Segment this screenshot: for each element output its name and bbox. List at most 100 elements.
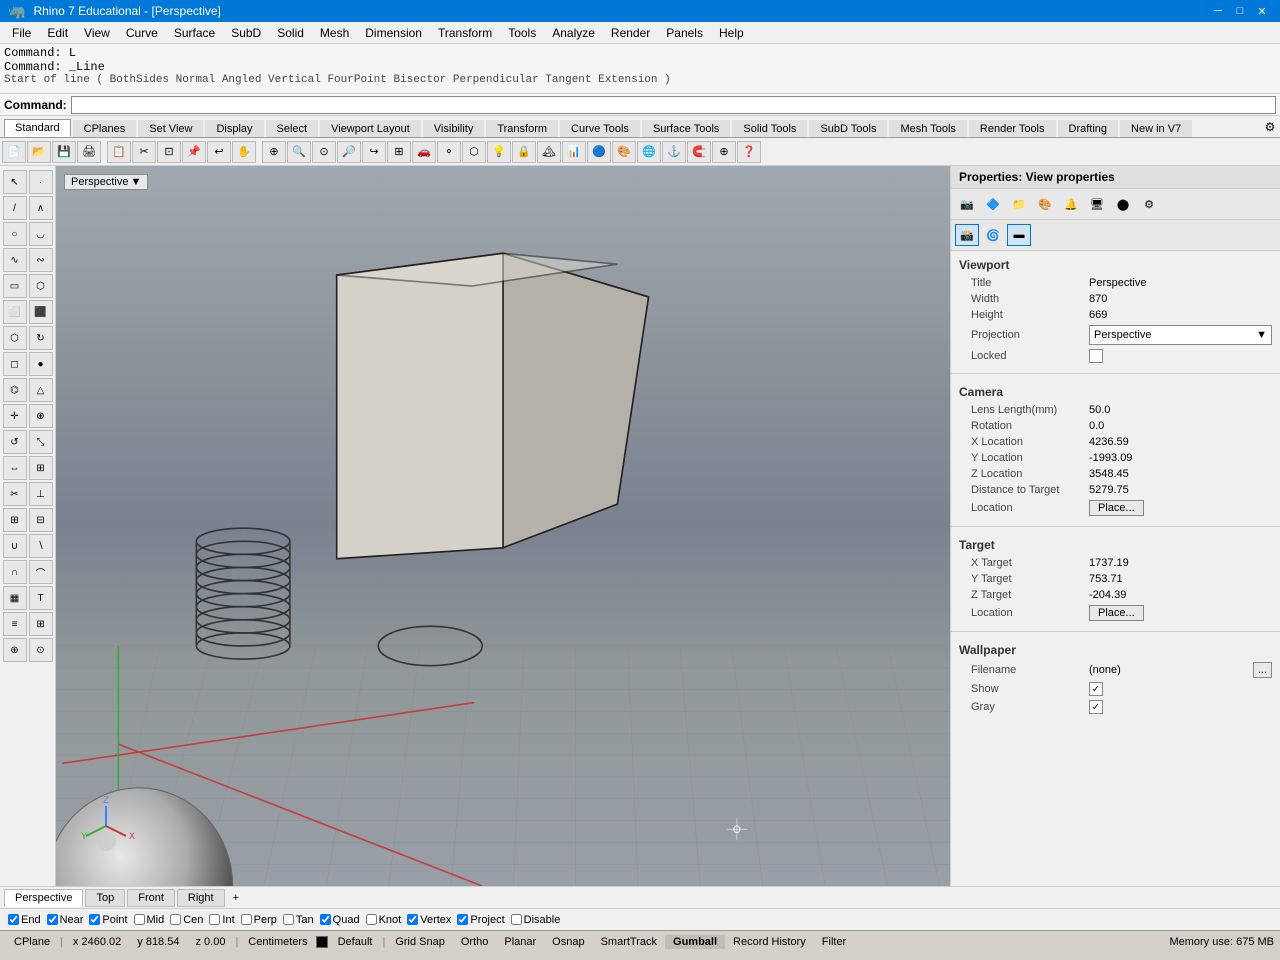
tb-4view[interactable]: ⊞ [387, 141, 411, 163]
menu-help[interactable]: Help [711, 24, 752, 42]
menu-edit[interactable]: Edit [39, 24, 76, 42]
tab-meshtools[interactable]: Mesh Tools [889, 120, 966, 137]
menu-transform[interactable]: Transform [430, 24, 500, 42]
vptab-perspective[interactable]: Perspective [4, 889, 83, 907]
lt-widget[interactable]: ⊙ [29, 638, 53, 662]
lt-curve[interactable]: ∿ [3, 248, 27, 272]
snap-quad[interactable]: Quad [320, 914, 360, 926]
tb-snap2[interactable]: 🧲 [687, 141, 711, 163]
tab-visibility[interactable]: Visibility [423, 120, 485, 137]
snap-tan[interactable]: Tan [283, 914, 314, 926]
bb-osnap[interactable]: Osnap [544, 935, 592, 949]
bb-record-history[interactable]: Record History [725, 935, 814, 949]
prop-checkbox-gray[interactable]: ✓ [1089, 700, 1103, 714]
lt-polyline[interactable]: ∧ [29, 196, 53, 220]
viewport-area[interactable]: Perspective ▼ .grid-line { stroke: #888;… [56, 166, 950, 886]
lt-box[interactable]: ◻ [3, 352, 27, 376]
prop-btn-cam-place[interactable]: Place... [1089, 500, 1144, 516]
lt-gumball2[interactable]: ⊕ [3, 638, 27, 662]
lt-polygon[interactable]: ⬡ [29, 274, 53, 298]
snap-vertex[interactable]: Vertex [407, 914, 451, 926]
snap-perp[interactable]: Perp [241, 914, 277, 926]
tab-rendertools[interactable]: Render Tools [969, 120, 1056, 137]
tb-open[interactable]: 📂 [27, 141, 51, 163]
tb-zoom-selected[interactable]: ⊙ [312, 141, 336, 163]
tab-solidtools[interactable]: Solid Tools [732, 120, 807, 137]
vptab-add[interactable]: + [227, 890, 245, 906]
lt-fillet[interactable]: ⌒ [29, 560, 53, 584]
snap-near[interactable]: Near [47, 914, 84, 926]
prop-checkbox-show[interactable]: ✓ [1089, 682, 1103, 696]
snap-project[interactable]: Project [457, 914, 504, 926]
menu-dimension[interactable]: Dimension [357, 24, 430, 42]
lt-surface[interactable]: ⬜ [3, 300, 27, 324]
lt-groups[interactable]: ⊞ [29, 612, 53, 636]
minimize-button[interactable]: ─ [1208, 3, 1228, 19]
tab-curvetools[interactable]: Curve Tools [560, 120, 640, 137]
prop-btn-tgt-place[interactable]: Place... [1089, 605, 1144, 621]
tab-newinv7[interactable]: New in V7 [1120, 120, 1192, 137]
tb-obj[interactable]: 🚗 [412, 141, 436, 163]
tb-pan[interactable]: ✋ [232, 141, 256, 163]
tb-light[interactable]: 💡 [487, 141, 511, 163]
tb-copy[interactable]: ⊡ [157, 141, 181, 163]
tab-select[interactable]: Select [266, 120, 319, 137]
tab-surfacetools[interactable]: Surface Tools [642, 120, 730, 137]
lt-circle[interactable]: ○ [3, 222, 27, 246]
props-icon-surface[interactable]: 🔷 [981, 193, 1005, 215]
menu-analyze[interactable]: Analyze [544, 24, 603, 42]
viewport-label-btn[interactable]: Perspective ▼ [64, 174, 148, 190]
lt-point[interactable]: · [29, 170, 53, 194]
tb-render2[interactable]: 🌐 [637, 141, 661, 163]
menu-file[interactable]: File [4, 24, 39, 42]
tb-paste[interactable]: 📌 [182, 141, 206, 163]
lt-rect[interactable]: ▭ [3, 274, 27, 298]
bb-ortho[interactable]: Ortho [453, 935, 497, 949]
menu-tools[interactable]: Tools [500, 24, 544, 42]
lt-line[interactable]: / [3, 196, 27, 220]
tb-layer[interactable]: 📊 [562, 141, 586, 163]
tb-new[interactable]: 📄 [2, 141, 26, 163]
bb-unit[interactable]: Centimeters [240, 935, 315, 949]
tb-named-views[interactable]: 🏔 [537, 141, 561, 163]
bb-planar[interactable]: Planar [496, 935, 544, 949]
props-icon-bell[interactable]: 🔔 [1059, 193, 1083, 215]
lt-mirror[interactable]: ⇔ [3, 456, 27, 480]
prop-btn-filename-browse[interactable]: ... [1253, 662, 1272, 678]
tb-zoom-extent[interactable]: ⊕ [262, 141, 286, 163]
lt-scale[interactable]: ⤡ [29, 430, 53, 454]
tb-zoom-in[interactable]: 🔎 [337, 141, 361, 163]
menu-subd[interactable]: SubD [223, 24, 269, 42]
bb-gumball[interactable]: Gumball [665, 935, 725, 949]
tab-setview[interactable]: Set View [138, 120, 203, 137]
lt-sphere[interactable]: ● [29, 352, 53, 376]
lt-cylinder[interactable]: ⌬ [3, 378, 27, 402]
menu-solid[interactable]: Solid [269, 24, 312, 42]
props-icon-capture[interactable]: 📸 [955, 224, 979, 246]
snap-int[interactable]: Int [209, 914, 234, 926]
bb-filter[interactable]: Filter [814, 935, 854, 949]
prop-dropdown-projection[interactable]: Perspective▼ [1089, 325, 1272, 345]
tab-cplanes[interactable]: CPlanes [73, 120, 137, 137]
snap-point[interactable]: Point [89, 914, 127, 926]
snap-knot[interactable]: Knot [366, 914, 402, 926]
props-icon-rect[interactable]: ▬ [1007, 224, 1031, 246]
lt-trim[interactable]: ✂ [3, 482, 27, 506]
lt-select[interactable]: ↖ [3, 170, 27, 194]
menu-render[interactable]: Render [603, 24, 658, 42]
menu-panels[interactable]: Panels [658, 24, 711, 42]
lt-surfacefrom[interactable]: ⬛ [29, 300, 53, 324]
tab-display[interactable]: Display [205, 120, 263, 137]
tb-undo[interactable]: ↩ [207, 141, 231, 163]
props-icon-render[interactable]: 🖥 [1085, 193, 1109, 215]
lt-explode[interactable]: ⊟ [29, 508, 53, 532]
lt-split[interactable]: ⊥ [29, 482, 53, 506]
lt-text[interactable]: T [29, 586, 53, 610]
tab-viewportlayout[interactable]: Viewport Layout [320, 120, 421, 137]
close-button[interactable]: ✕ [1252, 3, 1272, 19]
menu-view[interactable]: View [76, 24, 118, 42]
menu-curve[interactable]: Curve [118, 24, 166, 42]
snap-cen[interactable]: Cen [170, 914, 203, 926]
props-icon-settings[interactable]: ⚙ [1137, 193, 1161, 215]
tab-subdtools[interactable]: SubD Tools [809, 120, 887, 137]
